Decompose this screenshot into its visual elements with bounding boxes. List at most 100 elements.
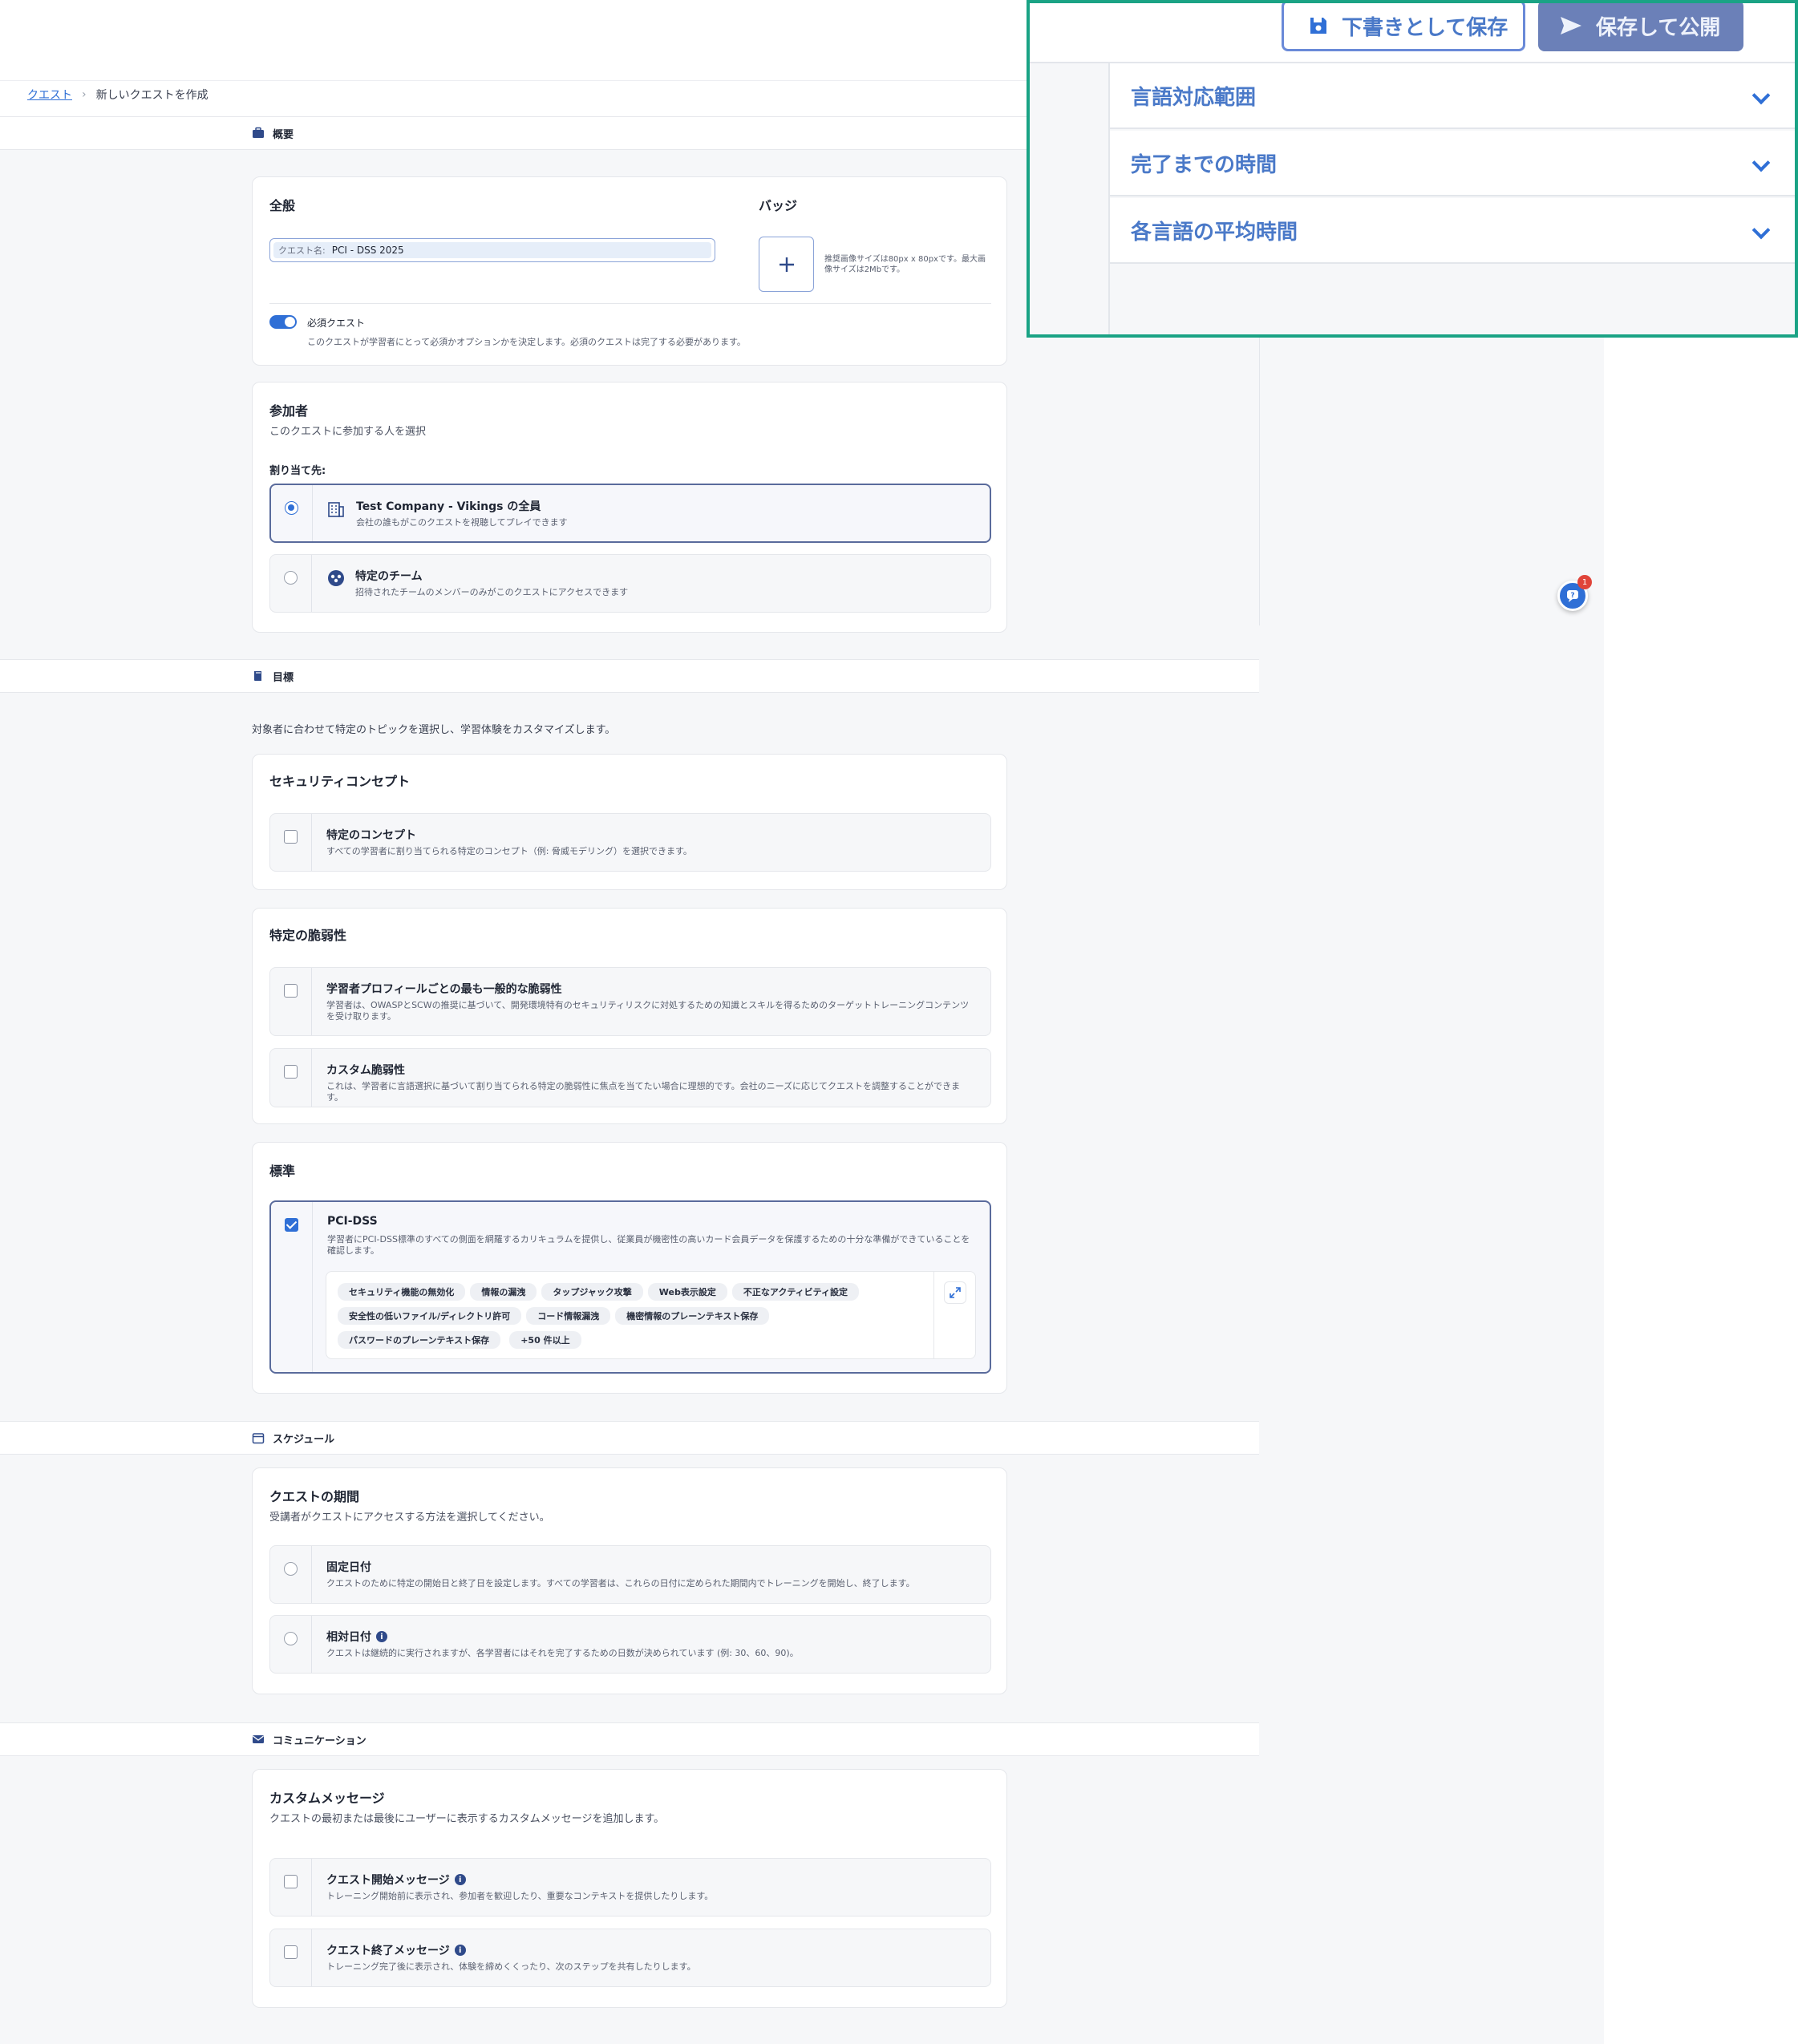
chevron-down-icon	[1751, 153, 1771, 172]
concept-option[interactable]: 特定のコンセプト すべての学習者に割り当てられる特定のコンセプト（例: 脅威モデ…	[269, 813, 991, 872]
vuln-common-checkbox[interactable]	[284, 984, 298, 998]
book-icon	[254, 671, 261, 681]
tag: パスワードのプレーンテキスト保存	[338, 1331, 501, 1349]
notification-badge: 1	[1577, 575, 1592, 589]
team-icon	[328, 570, 344, 586]
schedule-relative-radio[interactable]	[284, 1632, 298, 1645]
message-start-checkbox[interactable]	[284, 1875, 298, 1888]
section-title-objectives: 目標	[273, 671, 294, 684]
svg-text:?: ?	[1570, 592, 1574, 600]
plus-icon	[779, 257, 794, 272]
tag: 安全性の低いファイル/ディレクトリ許可	[338, 1307, 522, 1325]
assign-option-company[interactable]: Test Company - Vikings の全員 会社の誰もがこのクエストを…	[269, 484, 991, 543]
schedule-fixed-radio[interactable]	[284, 1562, 298, 1576]
vuln-option-custom[interactable]: カスタム脆弱性 これは、学習者に言語選択に基づいて割り当てられる特定の脆弱性に焦…	[269, 1048, 991, 1107]
breadcrumb-link-quests[interactable]: クエスト	[27, 87, 72, 103]
standards-title: 標準	[269, 1164, 296, 1179]
accordion-language-coverage[interactable]: 言語対応範囲	[1110, 63, 1795, 129]
assign-company-title: Test Company - Vikings の全員	[356, 500, 541, 513]
message-option-start[interactable]: クエスト開始メッセージ i トレーニング開始前に表示され、参加者を歓迎したり、重…	[269, 1858, 991, 1917]
participants-subtitle: このクエストに参加する人を選択	[269, 426, 427, 438]
save-draft-label: 下書きとして保存	[1342, 15, 1508, 40]
custom-message-title: カスタムメッセージ	[269, 1791, 385, 1806]
custom-message-subtitle: クエストの最初または最後にユーザーに表示するカスタムメッセージを追加します。	[269, 1813, 665, 1825]
message-end-checkbox[interactable]	[284, 1945, 298, 1959]
assign-option-team[interactable]: 特定のチーム 招待されたチームのメンバーのみがこのクエストにアクセスできます	[269, 554, 991, 613]
expand-icon	[950, 1287, 961, 1298]
general-title: 全般	[269, 198, 296, 213]
concept-title: 特定のコンセプト	[326, 829, 416, 842]
section-header-communication: コミュニケーション	[0, 1722, 1259, 1756]
assign-company-radio[interactable]	[285, 501, 298, 515]
assign-team-radio[interactable]	[284, 571, 298, 585]
section-header-schedule: スケジュール	[0, 1421, 1259, 1455]
info-icon[interactable]: i	[454, 1874, 466, 1885]
vuln-common-desc: 学習者は、OWASPとSCWの推奨に基づいて、開発環境特有のセキュリティリスクに…	[326, 1000, 970, 1022]
header-divider	[0, 80, 1027, 81]
general-card: 全般 クエスト名: PCI - DSS 2025 バッジ 推奨画像サイズは80p…	[252, 176, 1007, 366]
message-option-end[interactable]: クエスト終了メッセージ i トレーニング完了後に表示され、体験を締めくくったり、…	[269, 1929, 991, 1987]
schedule-option-relative[interactable]: 相対日付 i クエストは継続的に実行されますが、各学習者にはそれを完了するための…	[269, 1615, 991, 1674]
participants-card: 参加者 このクエストに参加する人を選択 割り当て先: Test Company …	[252, 382, 1007, 633]
concept-checkbox[interactable]	[284, 830, 298, 844]
zoom-inset: 下書きとして保存 保存して公開 言語対応範囲 完了までの時間 各言語の平均時間	[1027, 0, 1798, 338]
message-end-title: クエスト終了メッセージ	[326, 1945, 450, 1957]
envelope-icon	[253, 1735, 264, 1743]
schedule-subtitle: 受講者がクエストにアクセスする方法を選択してください。	[269, 1512, 550, 1524]
pcidss-title: PCI-DSS	[327, 1215, 378, 1228]
info-icon[interactable]: i	[454, 1945, 466, 1956]
save-draft-button[interactable]: 下書きとして保存	[1282, 3, 1525, 51]
participants-title: 参加者	[269, 403, 309, 419]
accordion-avg-time-label: 各言語の平均時間	[1131, 220, 1298, 245]
breadcrumb-separator: ›	[82, 88, 87, 101]
standard-option-pcidss[interactable]: PCI-DSS 学習者にPCI-DSS標準のすべての側面を網羅するカリキュラムを…	[269, 1200, 991, 1374]
expand-button[interactable]	[944, 1281, 966, 1304]
badge-title: バッジ	[759, 198, 798, 213]
breadcrumb: クエスト › 新しいクエストを作成	[27, 87, 209, 103]
quest-name-field[interactable]: クエスト名: PCI - DSS 2025	[269, 238, 715, 262]
vulnerabilities-title: 特定の脆弱性	[269, 928, 347, 943]
schedule-relative-desc: クエストは継続的に実行されますが、各学習者にはそれを完了するための日数が決められ…	[326, 1648, 799, 1658]
badge-upload-button[interactable]	[759, 237, 814, 292]
chevron-down-icon	[1751, 221, 1771, 240]
assign-company-desc: 会社の誰もがこのクエストを視聴してプレイできます	[356, 517, 568, 528]
assign-team-title: 特定のチーム	[355, 570, 423, 583]
message-end-title-row: クエスト終了メッセージ i	[326, 1942, 466, 1958]
concept-desc: すべての学習者に割り当てられる特定のコンセプト（例: 脅威モデリング）を選択でき…	[326, 846, 692, 856]
vuln-common-title: 学習者プロフィールごとの最も一般的な脆弱性	[326, 983, 562, 996]
schedule-option-fixed[interactable]: 固定日付 クエストのために特定の開始日と終了日を設定します。すべての学習者は、こ…	[269, 1545, 991, 1604]
save-publish-button[interactable]: 保存して公開	[1538, 3, 1743, 51]
schedule-relative-title: 相対日付	[326, 1631, 371, 1644]
objectives-intro: 対象者に合わせて特定のトピックを選択し、学習体験をカスタマイズします。	[252, 724, 616, 736]
required-label: 必須クエスト	[307, 318, 366, 329]
message-end-desc: トレーニング完了後に表示され、体験を締めくくったり、次のステップを共有したりしま…	[326, 1961, 696, 1972]
assign-team-desc: 招待されたチームのメンバーのみがこのクエストにアクセスできます	[355, 587, 629, 597]
section-title-overview: 概要	[273, 128, 294, 141]
right-column	[1259, 337, 1604, 2044]
pcidss-checkbox[interactable]	[285, 1218, 298, 1232]
vulnerabilities-card: 特定の脆弱性 学習者プロフィールごとの最も一般的な脆弱性 学習者は、OWASPと…	[252, 908, 1007, 1124]
security-concepts-card: セキュリティコンセプト 特定のコンセプト すべての学習者に割り当てられる特定のコ…	[252, 754, 1007, 890]
expand-column	[933, 1272, 975, 1358]
tag-more[interactable]: +50 件以上	[509, 1331, 581, 1349]
section-title-communication: コミュニケーション	[273, 1734, 366, 1747]
tag: タップジャック攻撃	[541, 1283, 643, 1301]
required-toggle[interactable]	[269, 315, 297, 329]
vuln-option-common[interactable]: 学習者プロフィールごとの最も一般的な脆弱性 学習者は、OWASPとSCWの推奨に…	[269, 967, 991, 1036]
info-icon[interactable]: i	[376, 1631, 387, 1642]
vuln-custom-checkbox[interactable]	[284, 1065, 298, 1079]
pcidss-desc: 学習者にPCI-DSS標準のすべての側面を網羅するカリキュラムを提供し、従業員が…	[327, 1234, 970, 1256]
accordion-time-to-complete[interactable]: 完了までの時間	[1110, 131, 1795, 196]
tag: 不正なアクティビティ設定	[731, 1283, 860, 1301]
save-icon	[1310, 18, 1326, 34]
accordion-time-to-complete-label: 完了までの時間	[1131, 152, 1278, 177]
section-header-objectives: 目標	[0, 659, 1259, 693]
accordion-avg-time-per-language[interactable]: 各言語の平均時間	[1110, 198, 1795, 264]
message-start-title: クエスト開始メッセージ	[326, 1874, 450, 1887]
schedule-fixed-title: 固定日付	[326, 1561, 371, 1574]
tag: セキュリティ機能の無効化	[338, 1283, 466, 1301]
badge-hint: 推奨画像サイズは80px x 80pxです。最大画像サイズは2Mbです。	[824, 255, 986, 274]
inset-left-gutter	[1030, 63, 1108, 334]
breadcrumb-current: 新しいクエストを作成	[95, 89, 209, 102]
send-icon	[1561, 17, 1581, 34]
